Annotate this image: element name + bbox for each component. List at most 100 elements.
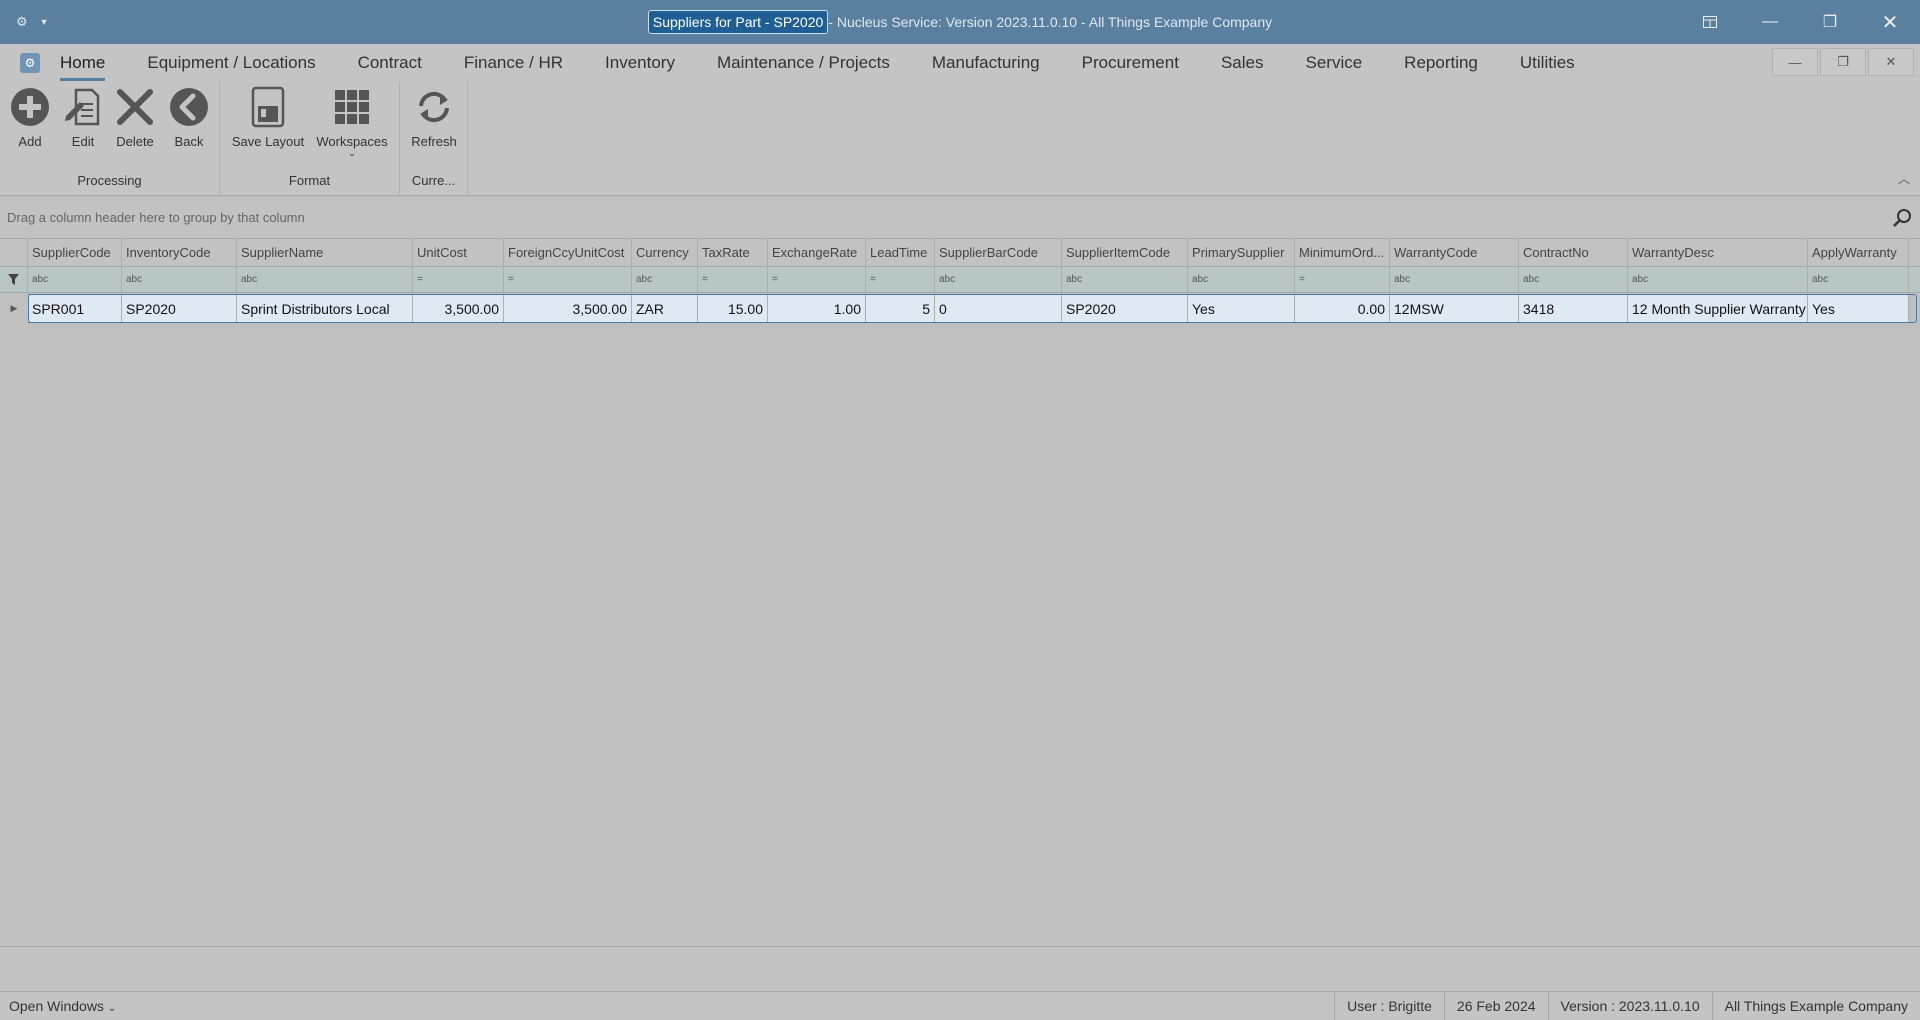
status-user: User : Brigitte <box>1334 992 1444 1020</box>
cell-warrantycode[interactable]: 12MSW <box>1390 294 1519 323</box>
save-layout-button[interactable]: Save Layout <box>230 86 306 149</box>
column-header-taxrate[interactable]: TaxRate <box>698 239 768 266</box>
column-header-suppliercode[interactable]: SupplierCode <box>28 239 122 266</box>
cell-contractno[interactable]: 3418 <box>1519 294 1628 323</box>
status-version: Version : 2023.11.0.10 <box>1547 992 1712 1020</box>
status-company: All Things Example Company <box>1711 992 1920 1020</box>
cell-leadtime[interactable]: 5 <box>866 294 935 323</box>
column-header-supplierbarcode[interactable]: SupplierBarCode <box>935 239 1062 266</box>
add-button[interactable]: Add <box>10 86 50 149</box>
app-menu-icon[interactable]: ⚙ <box>20 53 40 73</box>
filter-cell-suppliername[interactable]: abc <box>237 267 413 292</box>
column-header-warrantycode[interactable]: WarrantyCode <box>1390 239 1519 266</box>
filter-cell-contractno[interactable]: abc <box>1519 267 1628 292</box>
column-header-contractno[interactable]: ContractNo <box>1519 239 1628 266</box>
cell-minimumord[interactable]: 0.00 <box>1295 294 1390 323</box>
grid-header-row: SupplierCode InventoryCode SupplierName Uni… <box>0 239 1920 267</box>
delete-button[interactable]: Delete <box>114 86 156 149</box>
tab-utilities[interactable]: Utilities <box>1520 49 1575 77</box>
filter-cell-unitcost[interactable]: = <box>413 267 504 292</box>
restore-button[interactable]: ❐ <box>1800 0 1860 44</box>
tab-equipment-locations[interactable]: Equipment / Locations <box>147 49 315 77</box>
filter-cell-supplieritemcode[interactable]: abc <box>1062 267 1188 292</box>
search-icon[interactable] <box>1892 208 1912 228</box>
tab-procurement[interactable]: Procurement <box>1082 49 1179 77</box>
layout-button[interactable] <box>1680 0 1740 44</box>
filter-cell-leadtime[interactable]: = <box>866 267 935 292</box>
filter-cell-suppliercode[interactable]: abc <box>28 267 122 292</box>
filter-cell-minimumord[interactable]: = <box>1295 267 1390 292</box>
cell-foreignccyunitcost[interactable]: 3,500.00 <box>504 294 632 323</box>
minimize-icon: — <box>1788 54 1802 70</box>
column-header-suppliername[interactable]: SupplierName <box>237 239 413 266</box>
tab-home[interactable]: Home <box>60 49 106 81</box>
cell-primarysupplier[interactable]: Yes <box>1188 294 1295 323</box>
column-header-minimumord[interactable]: MinimumOrd... <box>1295 239 1390 266</box>
filter-cell-inventorycode[interactable]: abc <box>122 267 237 292</box>
row-indicator[interactable]: ▶ <box>0 294 28 323</box>
status-date: 26 Feb 2024 <box>1443 992 1548 1020</box>
open-windows-menu[interactable]: Open Windows ⌄ <box>0 998 116 1014</box>
filter-cell-warrantycode[interactable]: abc <box>1390 267 1519 292</box>
filter-cell-applywarranty[interactable]: abc <box>1808 267 1909 292</box>
column-header-exchangerate[interactable]: ExchangeRate <box>768 239 866 266</box>
column-header-foreignccyunitcost[interactable]: ForeignCcyUnitCost <box>504 239 632 266</box>
child-minimize-button[interactable]: — <box>1772 48 1818 76</box>
cell-suppliername[interactable]: Sprint Distributors Local <box>237 294 413 323</box>
cell-applywarranty[interactable]: Yes <box>1808 294 1909 323</box>
tab-sales[interactable]: Sales <box>1221 49 1264 77</box>
table-row[interactable]: ▶ SPR001 SP2020 Sprint Distributors Local 3… <box>0 294 1920 323</box>
column-header-currency[interactable]: Currency <box>632 239 698 266</box>
ribbon-group-processing: Add Edit Delete Back Processing <box>0 82 220 196</box>
cell-currency[interactable]: ZAR <box>632 294 698 323</box>
tab-finance-hr[interactable]: Finance / HR <box>464 49 563 77</box>
chevron-right-icon: ▶ <box>10 303 18 313</box>
edit-icon <box>65 88 100 126</box>
child-restore-button[interactable]: ❐ <box>1820 48 1866 76</box>
edit-button[interactable]: Edit <box>62 86 104 149</box>
column-header-applywarranty[interactable]: ApplyWarranty <box>1808 239 1909 266</box>
cell-suppliercode[interactable]: SPR001 <box>28 294 122 323</box>
group-by-panel[interactable]: Drag a column header here to group by th… <box>0 197 1920 239</box>
add-icon <box>11 88 49 126</box>
cell-supplierbarcode[interactable]: 0 <box>935 294 1062 323</box>
column-header-supplieritemcode[interactable]: SupplierItemCode <box>1062 239 1188 266</box>
column-header-inventorycode[interactable]: InventoryCode <box>122 239 237 266</box>
column-header-primarysupplier[interactable]: PrimarySupplier <box>1188 239 1295 266</box>
tab-contract[interactable]: Contract <box>358 49 422 77</box>
tab-service[interactable]: Service <box>1305 49 1362 77</box>
tab-reporting[interactable]: Reporting <box>1404 49 1478 77</box>
filter-cell-primarysupplier[interactable]: abc <box>1188 267 1295 292</box>
filter-cell-foreignccyunitcost[interactable]: = <box>504 267 632 292</box>
child-close-button[interactable]: ✕ <box>1868 48 1914 76</box>
tab-manufacturing[interactable]: Manufacturing <box>932 49 1040 77</box>
collapse-ribbon-icon[interactable]: ︿ <box>1898 170 1910 187</box>
column-header-unitcost[interactable]: UnitCost <box>413 239 504 266</box>
cell-warrantydesc[interactable]: 12 Month Supplier Warranty <box>1628 294 1808 323</box>
cell-supplieritemcode[interactable]: SP2020 <box>1062 294 1188 323</box>
workspaces-button[interactable]: Workspaces ⌄ <box>314 86 390 158</box>
cell-unitcost[interactable]: 3,500.00 <box>413 294 504 323</box>
cell-taxrate[interactable]: 15.00 <box>698 294 768 323</box>
back-button[interactable]: Back <box>168 86 210 149</box>
filter-cell-exchangerate[interactable]: = <box>768 267 866 292</box>
refresh-button[interactable]: Refresh <box>408 86 460 149</box>
cell-exchangerate[interactable]: 1.00 <box>768 294 866 323</box>
filter-cell-warrantydesc[interactable]: abc <box>1628 267 1808 292</box>
save-layout-icon <box>251 86 285 128</box>
minimize-button[interactable]: — <box>1740 0 1800 44</box>
gear-icon[interactable]: ⚙ <box>16 14 28 30</box>
filter-cell-supplierbarcode[interactable]: abc <box>935 267 1062 292</box>
cell-inventorycode[interactable]: SP2020 <box>122 294 237 323</box>
column-header-leadtime[interactable]: LeadTime <box>866 239 935 266</box>
filter-cell-taxrate[interactable]: = <box>698 267 768 292</box>
chevron-down-icon[interactable]: ▼ <box>40 17 49 27</box>
column-header-warrantydesc[interactable]: WarrantyDesc <box>1628 239 1808 266</box>
tab-maintenance-projects[interactable]: Maintenance / Projects <box>717 49 890 77</box>
close-button[interactable]: ✕ <box>1860 0 1920 44</box>
filter-icon[interactable] <box>0 267 28 292</box>
tab-inventory[interactable]: Inventory <box>605 49 675 77</box>
filter-cell-currency[interactable]: abc <box>632 267 698 292</box>
ribbon-group-label: Format <box>288 173 331 188</box>
menu-bar: ⚙ Home Equipment / Locations Contract Fi… <box>0 44 1920 82</box>
